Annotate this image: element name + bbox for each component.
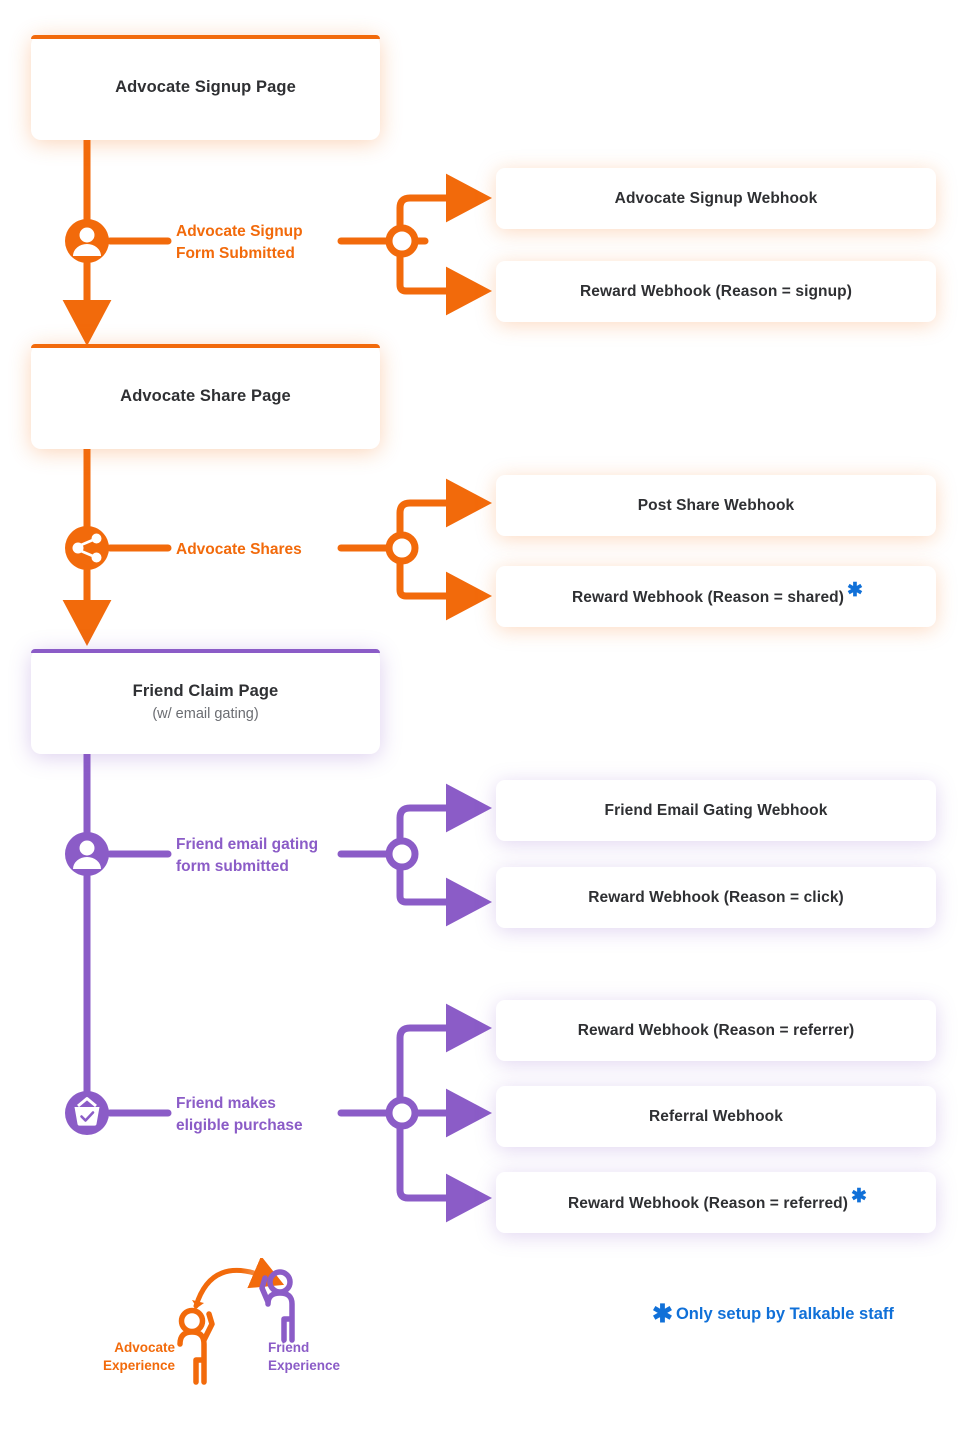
webhook-label: Post Share Webhook	[637, 496, 795, 514]
legend-advocate-line2: Experience	[102, 1358, 175, 1374]
webhook-box-referral[interactable]: Referral Webhook	[496, 1086, 936, 1147]
event-label-line2: form submitted	[176, 858, 289, 875]
page-box-friend-claim[interactable]: Friend Claim Page (w/ email gating)	[31, 649, 380, 754]
page-title: Advocate Signup Page	[115, 78, 296, 96]
webhook-box-reward-shared[interactable]: Reward Webhook (Reason = shared) ✱	[496, 566, 936, 627]
webhook-box-advocate-signup[interactable]: Advocate Signup Webhook	[496, 168, 936, 229]
webhook-label: Reward Webhook (Reason = referrer)	[577, 1021, 855, 1039]
event-label-advocate-shares: Advocate Shares	[176, 539, 341, 561]
legend-illustration	[177, 1258, 295, 1385]
webhook-box-reward-signup[interactable]: Reward Webhook (Reason = signup)	[496, 261, 936, 322]
event-label-line1: Advocate Shares	[176, 541, 302, 558]
legend-caption-advocate: Advocate Experience	[20, 1339, 175, 1375]
legend-friend-line1: Friend	[268, 1340, 310, 1355]
legend-caption-friend: Friend Experience	[268, 1339, 398, 1375]
event-label-advocate-signup-form-submitted: Advocate Signup Form Submitted	[176, 221, 341, 265]
page-title: Friend Claim Page	[132, 681, 279, 700]
webhook-box-reward-referred[interactable]: Reward Webhook (Reason = referred) ✱	[496, 1172, 936, 1233]
webhook-label: Reward Webhook (Reason = signup)	[579, 282, 853, 300]
flow-diagram: Advocate Signup Page Advocate Share Page…	[0, 0, 977, 1443]
event-label-line1: Friend email gating	[176, 836, 319, 853]
event-label-line1: Advocate Signup	[176, 223, 303, 240]
talkable-staff-star: ✱	[851, 1186, 868, 1207]
footnote-text: Only setup by Talkable staff	[675, 1305, 894, 1323]
page-title: Advocate Share Page	[120, 387, 291, 405]
webhook-label: Reward Webhook (Reason = click)	[588, 888, 844, 906]
event-label-friend-makes-eligible-purchase: Friend makes eligible purchase	[176, 1093, 351, 1137]
page-box-advocate-signup[interactable]: Advocate Signup Page	[31, 35, 380, 140]
footnote-star: ✱	[652, 1300, 673, 1328]
webhook-label: Advocate Signup Webhook	[614, 189, 818, 207]
event-label-line2: Form Submitted	[176, 245, 295, 262]
event-label-line2: eligible purchase	[176, 1117, 303, 1134]
page-subtitle: (w/ email gating)	[152, 705, 259, 722]
box-accent-bar	[31, 649, 380, 653]
advocate-figure	[177, 1307, 215, 1385]
webhook-label: Friend Email Gating Webhook	[604, 801, 828, 819]
webhook-label: Reward Webhook (Reason = shared) ✱	[571, 580, 864, 606]
webhook-box-reward-click[interactable]: Reward Webhook (Reason = click)	[496, 867, 936, 928]
webhook-label: Referral Webhook	[649, 1107, 783, 1125]
footnote: ✱ Only setup by Talkable staff	[652, 1296, 894, 1328]
friend-figure	[259, 1269, 295, 1343]
webhook-box-reward-referrer[interactable]: Reward Webhook (Reason = referrer)	[496, 1000, 936, 1061]
legend-advocate-line1: Advocate	[114, 1340, 175, 1355]
talkable-staff-star: ✱	[847, 580, 864, 601]
page-box-advocate-share[interactable]: Advocate Share Page	[31, 344, 380, 449]
webhook-box-post-share[interactable]: Post Share Webhook	[496, 475, 936, 536]
event-label-line1: Friend makes	[176, 1095, 276, 1112]
box-accent-bar	[31, 344, 380, 348]
legend-friend-line2: Experience	[268, 1358, 341, 1374]
webhook-box-friend-email-gating[interactable]: Friend Email Gating Webhook	[496, 780, 936, 841]
advocate-to-friend-arrow	[193, 1258, 285, 1309]
event-label-friend-email-gating-form-submitted: Friend email gating form submitted	[176, 834, 351, 878]
webhook-label: Reward Webhook (Reason = referred) ✱	[567, 1186, 868, 1212]
box-accent-bar	[31, 35, 380, 39]
